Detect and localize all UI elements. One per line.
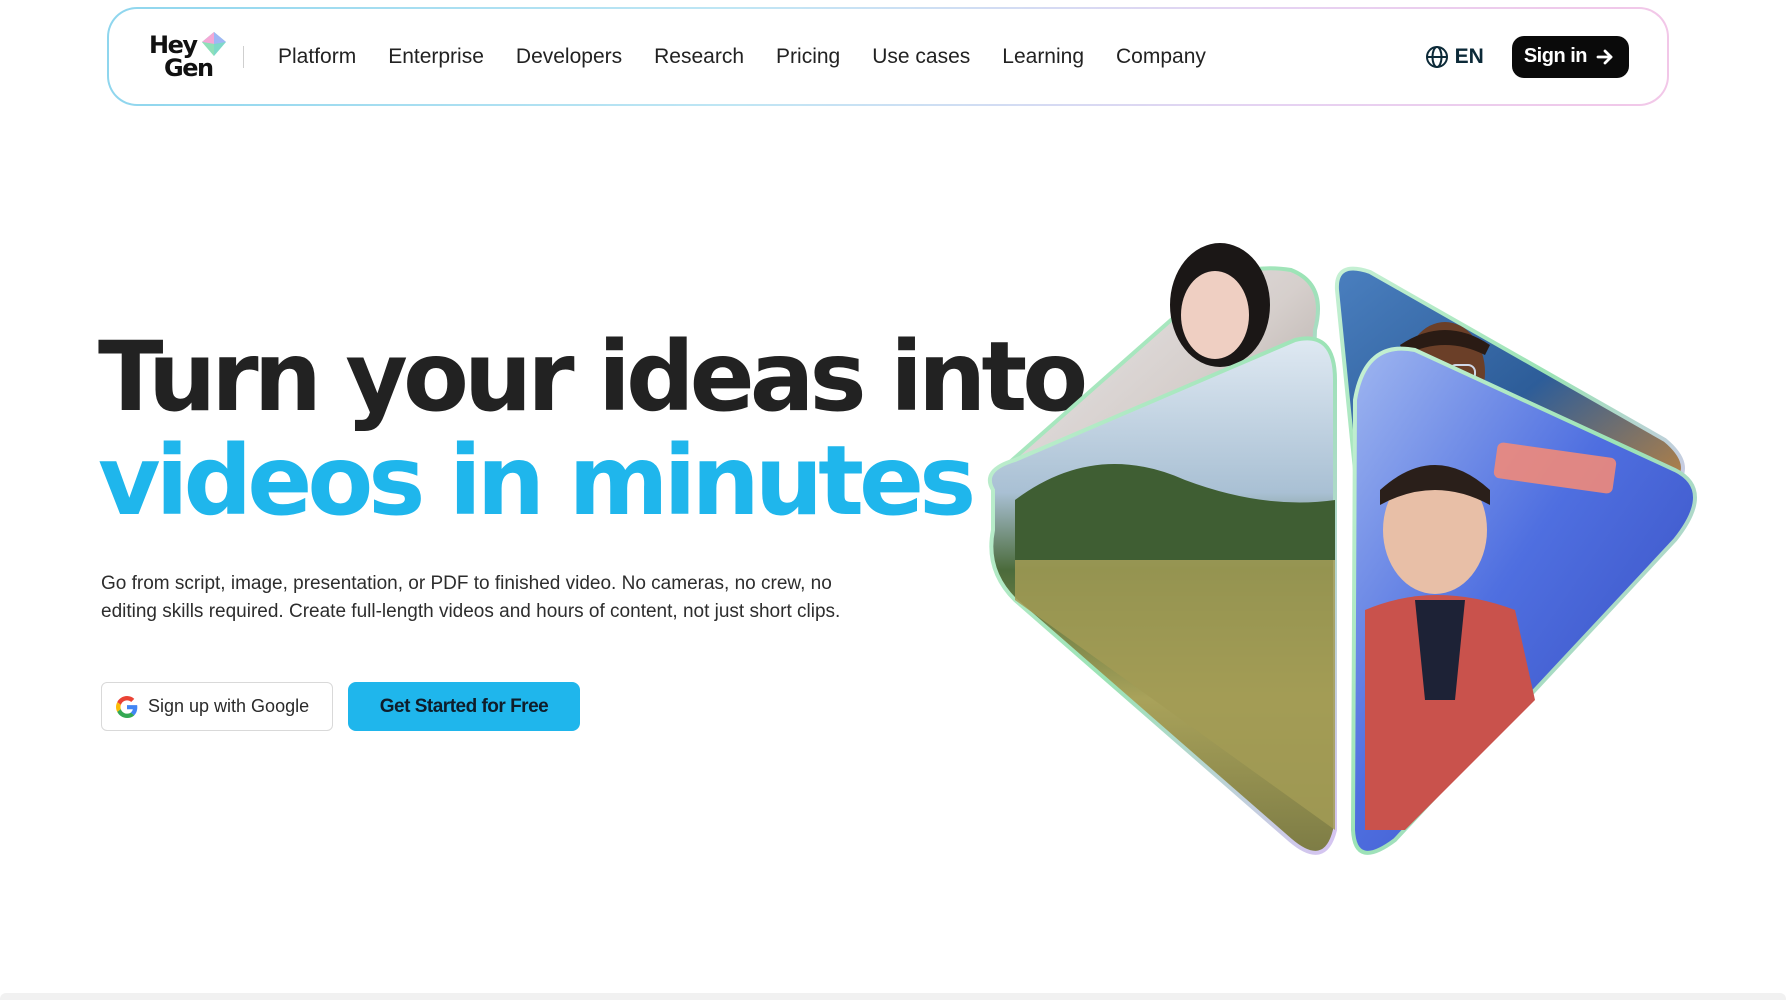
google-icon xyxy=(116,695,138,718)
nav-divider xyxy=(243,45,244,68)
hero-title: Turn your ideas into videos in minutes xyxy=(98,321,1088,537)
nav-item-learning[interactable]: Learning xyxy=(1002,45,1084,69)
hero-artwork xyxy=(987,243,1697,855)
nav-right-group: EN Sign in xyxy=(1425,35,1629,78)
hero-description: Go from script, image, presentation, or … xyxy=(101,573,841,622)
top-navigation: Hey Gen Platform Enterprise Developers R… xyxy=(107,7,1669,106)
globe-icon xyxy=(1425,45,1448,68)
language-label: EN xyxy=(1454,44,1484,68)
hero-title-line-1: Turn your ideas into xyxy=(98,321,1088,433)
video-panel-landscape xyxy=(987,336,1337,855)
logo-gem-icon xyxy=(202,31,226,56)
google-signup-label: Sign up with Google xyxy=(148,696,310,716)
nav-item-use-cases[interactable]: Use cases xyxy=(872,45,970,69)
get-started-label: Get Started for Free xyxy=(379,695,549,717)
language-selector[interactable]: EN xyxy=(1425,45,1484,69)
logo-line-2: Gen xyxy=(164,53,214,82)
nav-item-pricing[interactable]: Pricing xyxy=(776,45,840,69)
nav-item-developers[interactable]: Developers xyxy=(516,45,622,69)
get-started-button[interactable]: Get Started for Free xyxy=(348,682,580,731)
video-panel-man-plaid xyxy=(1350,346,1697,855)
arrow-right-icon xyxy=(1596,49,1613,64)
nav-item-research[interactable]: Research xyxy=(654,45,744,69)
sign-in-label: Sign in xyxy=(1523,45,1588,67)
nav-item-enterprise[interactable]: Enterprise xyxy=(388,45,484,69)
hero-title-line-2: videos in minutes xyxy=(98,425,976,537)
nav-item-platform[interactable]: Platform xyxy=(278,45,356,69)
nav-bar: Hey Gen Platform Enterprise Developers R… xyxy=(109,9,1667,104)
sign-in-button[interactable]: Sign in xyxy=(1511,35,1629,78)
google-signup-button[interactable]: Sign up with Google xyxy=(101,682,333,731)
heygen-logo[interactable]: Hey Gen xyxy=(149,29,239,85)
nav-item-company[interactable]: Company xyxy=(1116,45,1206,69)
page-bottom-edge xyxy=(0,993,1786,1000)
nav-menu: Platform Enterprise Developers Research … xyxy=(278,45,1238,69)
